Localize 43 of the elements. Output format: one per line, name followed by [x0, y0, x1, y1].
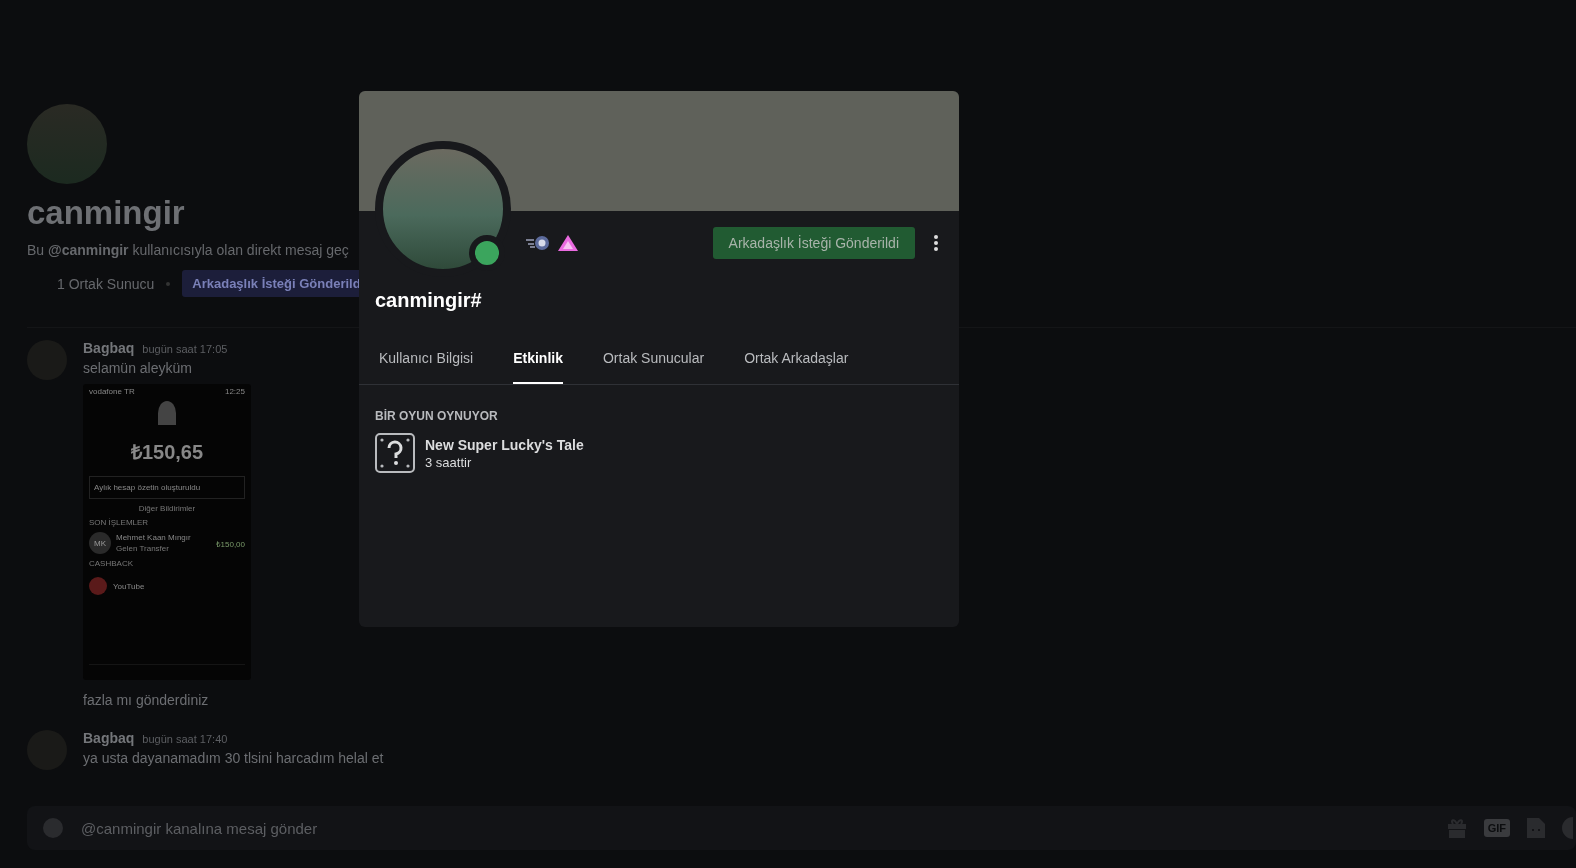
section-label: SON İŞLEMLER [89, 518, 149, 527]
more-options-icon[interactable] [933, 234, 939, 252]
separator-dot [166, 281, 171, 286]
contact-subtitle: Gelen Transfer [116, 544, 170, 553]
carrier-text: vodafone TR [89, 387, 135, 396]
emoji-icon[interactable] [1562, 817, 1576, 839]
section-label: CASHBACK [89, 559, 133, 568]
logo-icon [158, 401, 176, 425]
amount-text: ₺150,00 [215, 538, 245, 549]
sticker-icon[interactable] [1526, 817, 1546, 839]
balance-text: ₺150,65 [130, 440, 204, 465]
elapsed-time: 3 saattir [425, 454, 473, 470]
author-name[interactable]: Bagbaq [83, 340, 135, 356]
mutual-servers-link[interactable]: 1 Ortak Sunucu [57, 275, 155, 292]
profile-tab[interactable]: Ortak Sunucular [602, 342, 705, 384]
profile-tab[interactable]: Ortak Arkadaşlar [744, 342, 849, 384]
message-text: fazla mı gönderdiniz [83, 692, 210, 708]
game-title: New Super Lucky's Tale [425, 436, 584, 453]
channel-title: canmingir [27, 194, 186, 232]
timestamp: bugün saat 17:05 [142, 343, 228, 355]
friend-request-button[interactable]: Arkadaşlık İsteği Gönderildi [712, 227, 915, 259]
triangle-badge-icon[interactable] [557, 234, 579, 252]
timestamp: bugün saat 17:40 [142, 733, 228, 745]
author-name[interactable]: Bagbaq [83, 730, 135, 746]
message-text: selamün aleyküm [83, 360, 193, 376]
notice-text: Aylık hesap özetin oluşturuldu [94, 483, 201, 492]
contact-name: Mehmet Kaan Mıngır [116, 533, 192, 542]
clock-text: 12:25 [224, 387, 245, 396]
gift-icon[interactable] [1445, 817, 1468, 839]
initials-avatar: MK [89, 532, 111, 554]
promo-title: YouTube [113, 581, 145, 591]
profile-tab[interactable]: Etkinlik [513, 342, 563, 384]
profile-tab[interactable]: Kullanıcı Bilgisi [379, 342, 474, 384]
speed-badge-icon[interactable] [525, 235, 551, 251]
plus-icon[interactable] [43, 818, 63, 838]
phone-screenshot[interactable]: vodafone TR 12:25 ₺150,65 Aylık hesap özetin oluşturuldu Diğer Bildirimler SON İŞLEMLER MK Mehmet Kaan Mıngır Gelen Transfer ₺150,00 CASHBACK YouTube [83, 384, 251, 680]
section-heading: BİR OYUN OYNUYOR [375, 409, 499, 423]
intro-text: Bu @canmingir kullanıcısıyla olan direkt mesaj geç [27, 242, 350, 258]
username: canmingir# [374, 289, 483, 312]
more-link: Diğer Bildirimler [138, 504, 196, 513]
unknown-game-icon [375, 433, 415, 473]
play-icon [89, 577, 107, 595]
message-text: ya usta dayanamadım 30 tlsini harcadım helal et [83, 750, 384, 766]
